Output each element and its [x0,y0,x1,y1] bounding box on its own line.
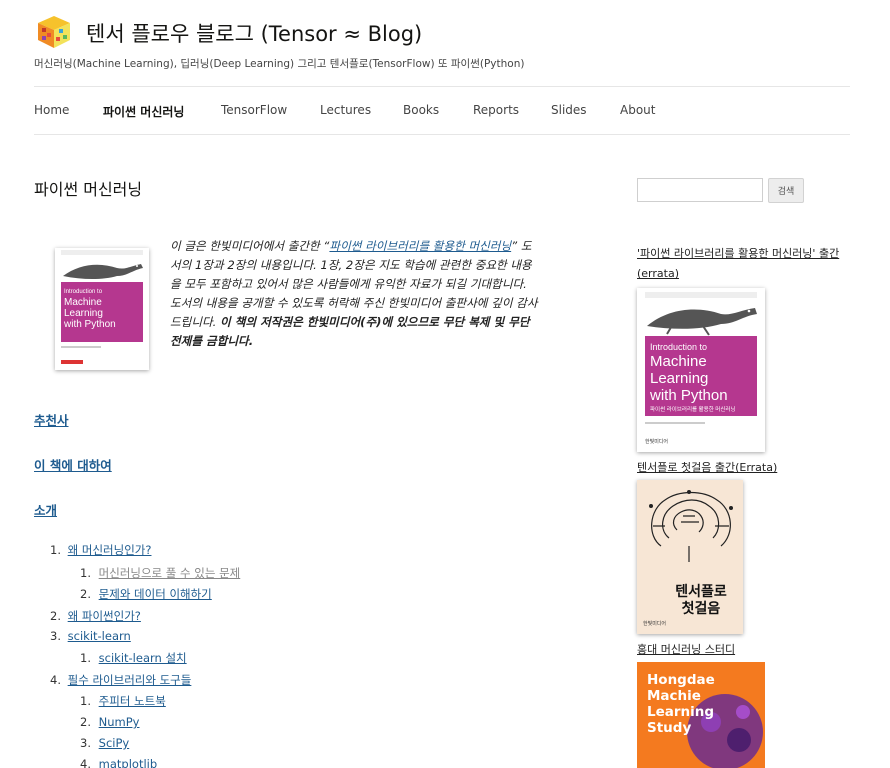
toc-link-why-python[interactable]: 왜 파이썬인가? [68,609,141,623]
search-button[interactable]: 검색 [768,178,804,203]
list-item: 3. SciPy [80,736,130,750]
nav-books[interactable]: Books [403,103,439,117]
section-link-about-book[interactable]: 이 책에 대하여 [34,455,112,474]
section-link-recommendation[interactable]: 추천사 [34,410,69,429]
nav-reports[interactable]: Reports [473,103,519,117]
tf-cover-title: 텐서플로 첫걸음 [675,584,727,617]
widget-title-study[interactable]: 홍대 머신러닝 스터디 [637,640,735,660]
tensor-blog-logo-icon[interactable] [34,14,74,50]
toc-link-scipy[interactable]: SciPy [99,736,130,750]
book-cover-tensorflow[interactable]: 텐서플로 첫걸음 한빛미디어 [637,480,743,634]
widget-title-ml-book[interactable]: '파이썬 라이브러리를 활용한 머신러닝' 출간 (errata) [637,244,852,284]
study-banner[interactable]: Hongdae Machie Learning Study [637,662,765,768]
lizard-icon [647,308,757,336]
list-item: 1. scikit-learn 설치 [80,651,187,665]
toc-link-why-ml[interactable]: 왜 머신러닝인가? [68,543,152,557]
book-cover-thumbnail[interactable]: Introduction to Machine Learning with Py… [55,248,149,370]
site-description: 머신러닝(Machine Learning), 딥러닝(Deep Learnin… [34,58,525,70]
list-item: 2. NumPy [80,715,140,729]
nav-tensorflow[interactable]: TensorFlow [221,103,287,117]
thumb-cover-text: Introduction to Machine Learning with Py… [64,289,116,330]
intro-paragraph: 이 글은 한빛미디어에서 출간한 “파이썬 라이브러리를 활용한 머신러닝” 도… [170,239,538,348]
nav-slides[interactable]: Slides [551,103,587,117]
search-input[interactable] [637,178,763,202]
nav-python-ml[interactable]: 파이썬 머신러닝 [103,103,184,120]
toc-link-numpy[interactable]: NumPy [99,715,140,729]
list-item: 1. 머신러닝으로 풀 수 있는 문제 [80,566,241,580]
toc-link-scikit-learn[interactable]: scikit-learn [68,629,131,643]
nav-about[interactable]: About [620,103,655,117]
list-item: 1. 왜 머신러닝인가? [50,543,152,557]
list-item: 2. 왜 파이썬인가? [50,609,141,623]
cover-text: Introduction to Machine Learning with Py… [650,342,736,413]
main-navigation: Home 파이썬 머신러닝 TensorFlow Lectures Books … [34,86,850,135]
toc-link-jupyter[interactable]: 주피터 노트북 [99,694,166,708]
site-title[interactable]: 텐서 플로우 블로그 (Tensor ≈ Blog) [86,18,422,48]
brain-maze-icon [649,490,733,562]
widget-title-tf-book[interactable]: 텐서플로 첫걸음 출간(Errata) [637,458,777,478]
section-link-introduction[interactable]: 소개 [34,500,57,519]
toc-link-matplotlib[interactable]: matplotlib [99,757,158,768]
study-text: Hongdae Machie Learning Study [647,672,715,736]
toc-link-essential-libs[interactable]: 필수 라이브러리와 도구들 [68,673,192,687]
list-item: 2. 문제와 데이터 이해하기 [80,587,212,601]
nav-home[interactable]: Home [34,103,69,117]
list-item: 4. 필수 라이브러리와 도구들 [50,673,192,687]
toc-link-ml-problems[interactable]: 머신러닝으로 풀 수 있는 문제 [99,566,241,580]
list-item: 1. 주피터 노트북 [80,694,166,708]
list-item: 3. scikit-learn [50,629,131,643]
copyright-notice: 이 책의 저작권은 한빛미디어(주)에 있으므로 무단 복제 및 무단 전제를 … [170,315,530,348]
toc-link-scikit-install[interactable]: scikit-learn 설치 [99,651,187,665]
page-title: 파이썬 머신러닝 [34,180,143,199]
nav-lectures[interactable]: Lectures [320,103,371,117]
book-title-link[interactable]: 파이썬 라이브러리를 활용한 머신러닝 [329,239,511,253]
toc-link-understand-data[interactable]: 문제와 데이터 이해하기 [99,587,212,601]
list-item: 4. matplotlib [80,757,157,768]
book-cover-ml-python[interactable]: Introduction to Machine Learning with Py… [637,288,765,452]
